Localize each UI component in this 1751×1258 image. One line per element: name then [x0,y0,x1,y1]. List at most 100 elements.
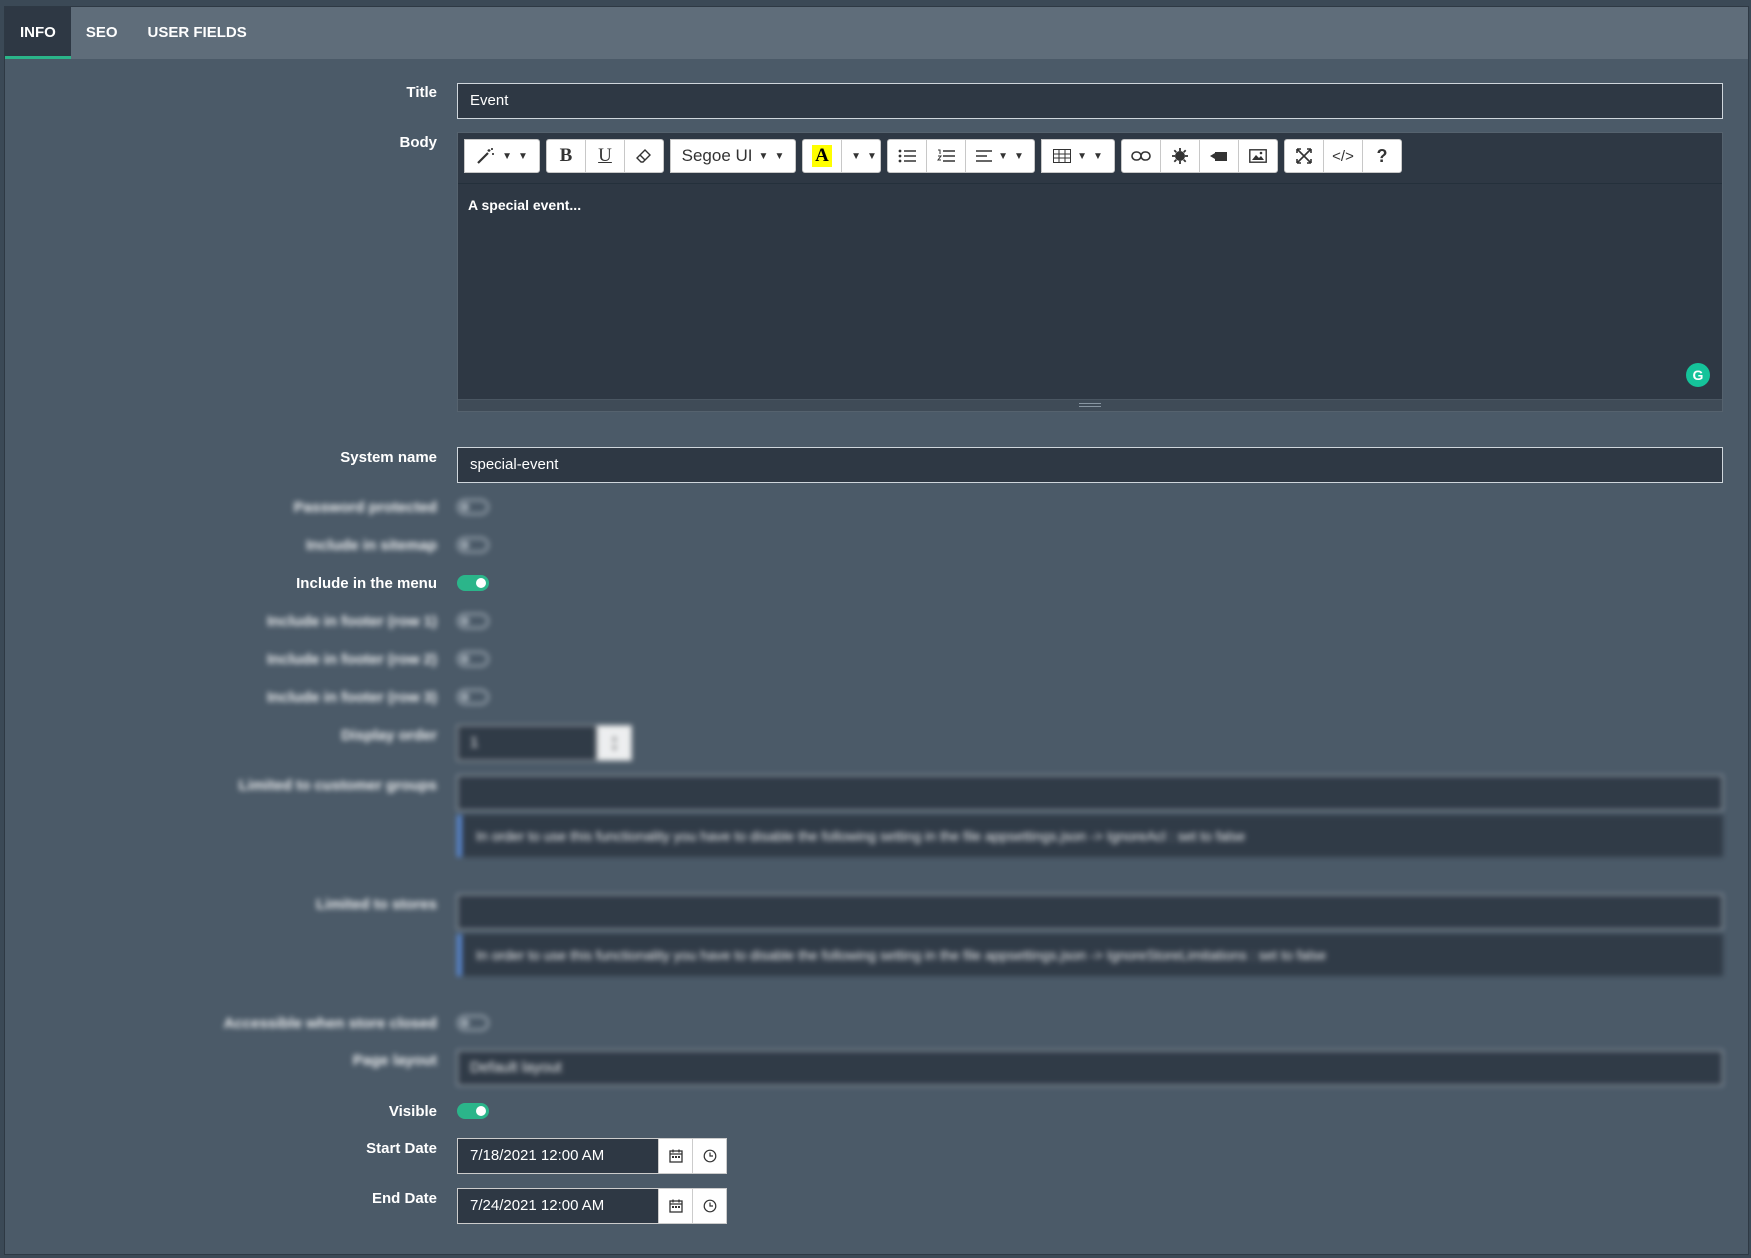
end-date-input[interactable]: 7/24/2021 12:00 AM [457,1188,659,1224]
toolbar-divider [458,183,1722,184]
chevron-down-icon: ▼ [758,150,769,162]
insert-widget-button[interactable] [1160,139,1200,173]
end-date-calendar-button[interactable] [658,1188,693,1224]
chevron-up-icon[interactable]: ▲ [610,733,619,743]
eraser-icon [636,149,651,163]
chevron-down-icon: ▼ [774,150,785,162]
footer-row3-label: Include in footer (row 3) [266,689,437,706]
body-label: Body [399,134,438,151]
underline-icon: U [598,145,612,166]
customer-groups-note: In order to use this functionality you h… [457,815,1723,857]
visible-toggle[interactable] [457,1103,489,1119]
accessible-closed-label: Accessible when store closed [223,1015,437,1032]
bold-icon: B [559,145,573,166]
gear-icon [1172,148,1188,164]
insert-image-button[interactable] [1238,139,1278,173]
include-in-sitemap-label: Include in sitemap [306,537,437,554]
fullscreen-button[interactable] [1284,139,1324,173]
chevron-down-icon[interactable]: ▼ [610,743,619,753]
include-in-menu-toggle[interactable] [457,575,489,591]
table-icon [1053,149,1072,163]
underline-button[interactable]: U [585,139,625,173]
code-view-button[interactable]: </> [1323,139,1363,173]
display-order-value[interactable]: 1 [457,725,597,761]
include-in-menu-label: Include in the menu [296,575,437,592]
end-date-time-button[interactable] [692,1188,727,1224]
end-date-label: End Date [371,1190,437,1207]
chevron-down-icon: ▼ [1014,150,1024,162]
page-layout-label: Page layout [352,1052,437,1069]
system-name-input[interactable]: special-event [457,447,1723,483]
footer-row3-toggle[interactable] [457,689,489,705]
chevron-down-icon: ▼ [1093,150,1103,162]
stores-label: Limited to stores [316,896,437,913]
password-protected-label: Password protected [293,499,437,516]
align-left-icon [976,150,993,162]
include-in-sitemap-toggle[interactable] [457,537,489,553]
editor-content[interactable]: A special event... [468,197,581,213]
help-button[interactable]: ? [1362,139,1402,173]
calendar-icon [668,1199,683,1213]
title-input[interactable]: Event [457,83,1723,119]
style-magic-wand-button[interactable]: ▼ ▼ [464,139,540,173]
video-icon [1210,152,1227,161]
bold-button[interactable]: B [546,139,586,173]
color-dropdown-button[interactable]: ▼ ▼ [841,139,881,173]
chevron-down-icon: ▼ [851,150,861,162]
font-family-dropdown[interactable]: Segoe UI ▼ ▼ [670,139,796,173]
tab-info[interactable]: INFO [5,7,71,59]
customer-groups-label: Limited to customer groups [238,777,437,794]
tab-seo[interactable]: SEO [71,7,133,59]
fullscreen-icon [1296,148,1312,164]
chevron-down-icon: ▼ [998,150,1008,162]
stepper-buttons[interactable]: ▲ ▼ [597,725,632,761]
clock-icon [703,1199,716,1213]
paragraph-align-dropdown[interactable]: ▼ ▼ [965,139,1035,173]
chevron-down-icon: ▼ [502,150,512,162]
font-family-value: Segoe UI [681,146,753,165]
grammarly-icon[interactable]: G [1686,363,1710,387]
rich-text-editor: ▼ ▼ B U Segoe UI ▼ ▼ A ▼ ▼ ▼ ▼ ▼ ▼ </> ?… [457,132,1723,412]
end-date-picker: 7/24/2021 12:00 AM [457,1188,729,1224]
bullet-list-icon [898,149,916,163]
password-protected-toggle[interactable] [457,499,489,515]
start-date-input[interactable]: 7/18/2021 12:00 AM [457,1138,659,1174]
chevron-down-icon: ▼ [867,150,877,162]
link-icon [1131,151,1151,161]
display-order-label: Display order [341,727,437,744]
chevron-down-icon: ▼ [1077,150,1087,162]
system-name-label: System name [340,449,437,466]
editor-resize-bar[interactable] [458,399,1722,411]
editor-toolbar: ▼ ▼ B U Segoe UI ▼ ▼ A ▼ ▼ ▼ ▼ ▼ ▼ </> ? [464,139,1408,175]
start-date-label: Start Date [366,1140,437,1157]
start-date-calendar-button[interactable] [658,1138,693,1174]
help-icon: ? [1376,145,1388,166]
insert-video-button[interactable] [1199,139,1239,173]
bullet-list-button[interactable] [887,139,927,173]
visible-label: Visible [388,1103,437,1120]
start-date-picker: 7/18/2021 12:00 AM [457,1138,729,1174]
calendar-icon [668,1149,683,1163]
footer-row2-toggle[interactable] [457,651,489,667]
accessible-closed-toggle[interactable] [457,1015,489,1031]
footer-row1-toggle[interactable] [457,613,489,629]
page-layout-select[interactable]: Default layout [457,1050,1723,1086]
title-label: Title [406,84,437,101]
highlight-color-button[interactable]: A [802,139,842,173]
footer-row1-label: Include in footer (row 1) [266,613,437,630]
start-date-time-button[interactable] [692,1138,727,1174]
footer-row2-label: Include in footer (row 2) [266,651,437,668]
numbered-list-button[interactable] [926,139,966,173]
customer-groups-select[interactable] [457,775,1723,811]
highlight-icon: A [812,145,832,167]
tab-user-fields[interactable]: USER FIELDS [133,7,262,59]
numbered-list-icon [937,149,955,162]
insert-link-button[interactable] [1121,139,1161,173]
magic-wand-icon [477,148,495,164]
table-dropdown-button[interactable]: ▼ ▼ [1041,139,1115,173]
display-order-stepper[interactable]: 1 ▲ ▼ [457,725,632,761]
clear-format-button[interactable] [624,139,664,173]
chevron-down-icon: ▼ [518,150,528,162]
clock-icon [703,1149,716,1163]
stores-select[interactable] [457,894,1723,930]
